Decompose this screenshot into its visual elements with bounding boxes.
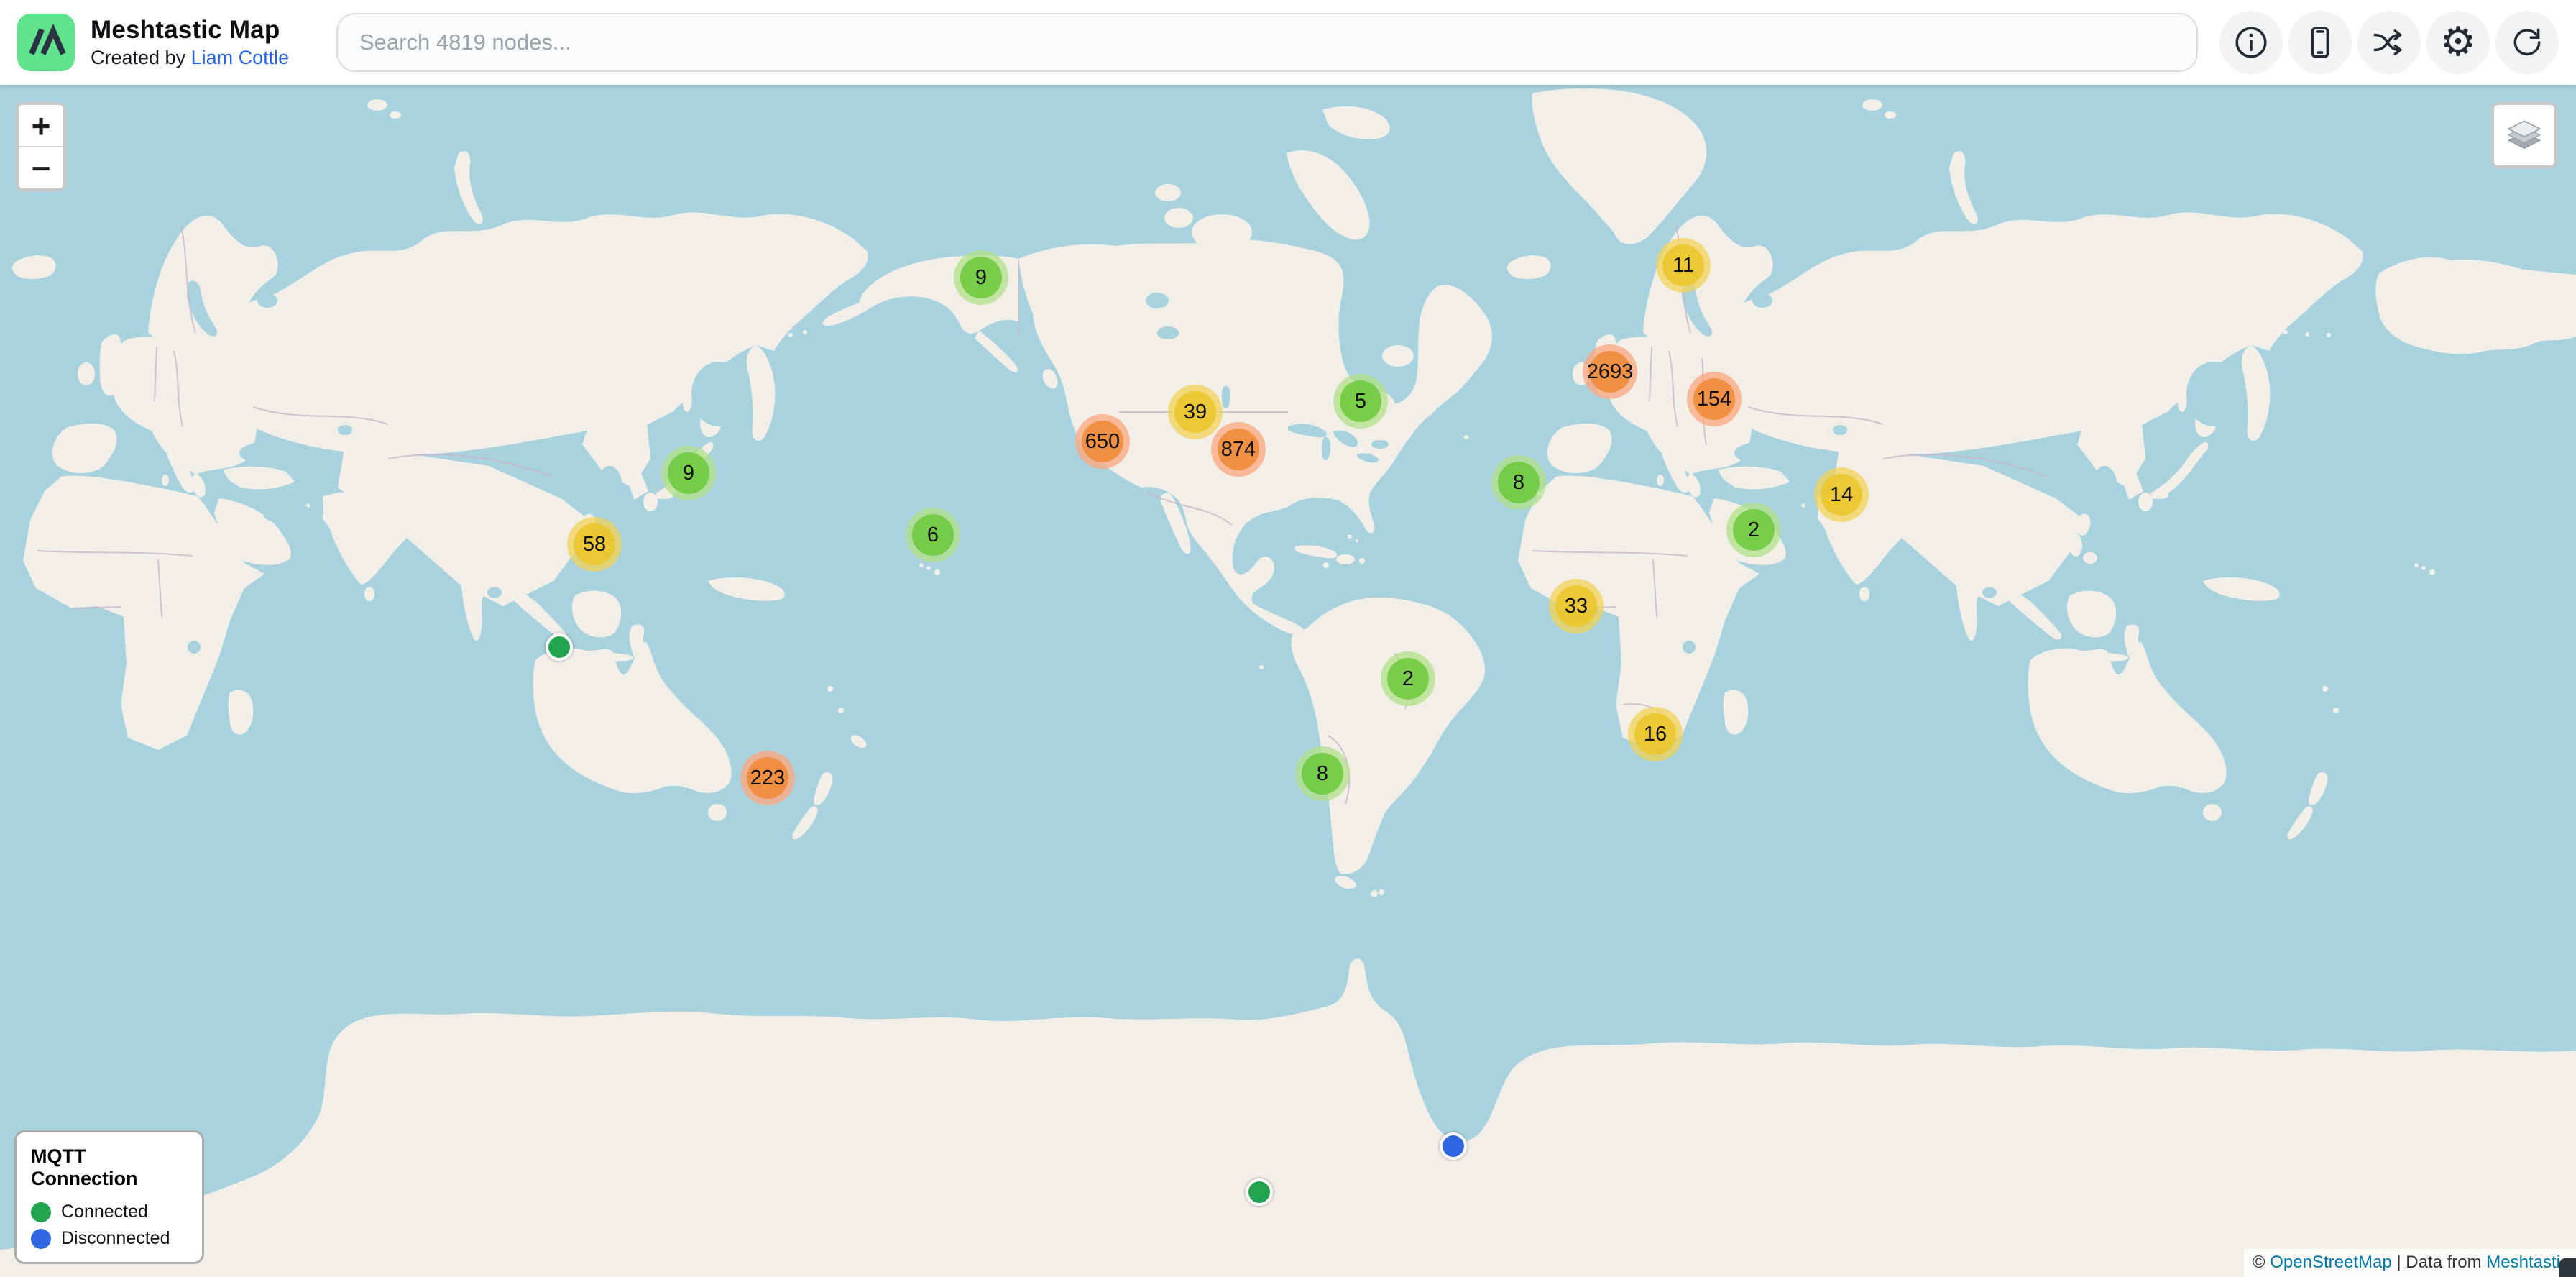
random-node-button[interactable] [2358,11,2421,74]
byline-prefix: Created by [91,47,191,68]
device-button[interactable] [2288,11,2352,74]
settings-button[interactable]: ⚙ [2426,11,2490,74]
attribution: © OpenStreetMap | Data from Meshtastic [2244,1249,2576,1277]
legend-title: MQTT Connection [31,1145,188,1190]
header-actions: ⚙ [2220,11,2559,74]
connected-dot [31,1202,51,1222]
cluster-marker[interactable]: 9 [954,250,1008,305]
marker-layer: 911269315439650874589214586332168223 [0,85,2576,1277]
legend-item-disconnected: Disconnected [31,1228,188,1249]
zoom-out-button[interactable]: − [19,147,63,188]
cluster-marker[interactable]: 39 [1168,385,1223,439]
byline: Created by Liam Cottle [91,45,306,70]
smartphone-icon [2302,24,2338,60]
copyright-symbol: © [2253,1253,2270,1272]
gear-icon: ⚙ [2440,22,2476,63]
cluster-marker[interactable]: 16 [1628,707,1683,761]
disconnected-dot [31,1229,51,1249]
layers-icon [2505,114,2544,157]
cutoff-corner-element [2559,1258,2576,1277]
cluster-marker[interactable]: 5 [1333,374,1388,429]
node-marker-connected[interactable] [1246,1178,1273,1206]
mqtt-legend: MQTT Connection Connected Disconnected [14,1130,204,1264]
cluster-marker[interactable]: 9 [661,446,716,500]
cluster-marker[interactable]: 2 [1381,651,1435,706]
cluster-marker[interactable]: 11 [1656,238,1711,293]
node-marker-connected[interactable] [546,633,573,661]
cluster-marker[interactable]: 2693 [1583,344,1637,399]
cluster-marker[interactable]: 6 [906,508,960,562]
cluster-marker[interactable]: 2 [1726,503,1781,557]
legend-label: Connected [61,1202,148,1222]
cluster-marker[interactable]: 33 [1549,579,1604,633]
legend-item-connected: Connected [31,1202,188,1222]
attribution-middle: | Data from [2392,1253,2487,1272]
info-circle-icon [2233,24,2269,60]
map-canvas[interactable]: 911269315439650874589214586332168223 + −… [0,85,2576,1277]
title-block: Meshtastic Map Created by Liam Cottle [91,15,306,70]
cluster-marker[interactable]: 154 [1687,372,1742,426]
refresh-button[interactable] [2496,11,2559,74]
osm-link[interactable]: OpenStreetMap [2270,1253,2391,1272]
refresh-icon [2509,24,2545,60]
byline-link[interactable]: Liam Cottle [191,47,290,68]
cluster-marker[interactable]: 58 [567,517,622,572]
app-header: Meshtastic Map Created by Liam Cottle [0,0,2576,85]
node-marker-disconnected[interactable] [1440,1132,1467,1160]
shuffle-icon [2371,24,2407,60]
meshtastic-link[interactable]: Meshtastic [2486,1253,2569,1272]
search-input[interactable] [336,13,2198,72]
cluster-marker[interactable]: 874 [1211,422,1266,477]
zoom-control: + − [16,102,66,191]
cluster-marker[interactable]: 650 [1075,414,1130,469]
cluster-marker[interactable]: 223 [740,751,795,805]
meshtastic-logo [17,14,75,71]
meshtastic-logo-icon [24,24,68,62]
layers-button[interactable] [2491,102,2557,168]
legend-label: Disconnected [61,1228,170,1249]
page-title: Meshtastic Map [91,15,306,45]
cluster-marker[interactable]: 14 [1814,467,1869,522]
zoom-in-button[interactable]: + [19,105,63,147]
cluster-marker[interactable]: 8 [1295,746,1350,801]
info-button[interactable] [2220,11,2283,74]
cluster-marker[interactable]: 8 [1491,455,1546,510]
